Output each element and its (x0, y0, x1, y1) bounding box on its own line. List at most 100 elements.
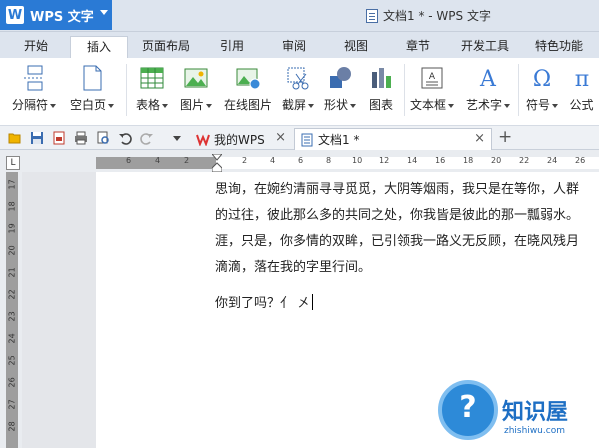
ruler-number: 24 (547, 156, 558, 165)
svg-text:Ω: Ω (533, 67, 551, 92)
symbol-button[interactable]: Ω 符号 (522, 62, 562, 120)
print-icon[interactable] (74, 131, 88, 145)
ruler-number: 6 (298, 156, 304, 165)
svg-text:A: A (429, 72, 436, 82)
app-menu-button[interactable]: W WPS 文字 (0, 0, 112, 30)
ruler-number: 27 (7, 399, 17, 410)
online-picture-icon (236, 68, 261, 90)
customize-dropdown-icon[interactable] (170, 131, 184, 145)
ruler-number: 4 (270, 156, 276, 165)
formula-button[interactable]: π 公式 (564, 62, 599, 120)
doc-tab-label: 我的WPS (214, 132, 265, 147)
question-mark-icon: ? (438, 380, 498, 440)
text-cursor (312, 294, 314, 310)
ribbon-separator (126, 64, 127, 116)
chart-button[interactable]: 图表 (364, 62, 398, 120)
ruler-number: 4 (155, 156, 161, 165)
menu-tab-bar: 开始 插入 页面布局 引用 审阅 视图 章节 开发工具 特色功能 (0, 32, 599, 58)
page-break-icon (24, 65, 44, 91)
dropdown-arrow-icon (206, 103, 212, 108)
table-button[interactable]: 表格 (132, 62, 172, 120)
document-line[interactable]: 滴滴，落在我的字里行间。 (215, 256, 371, 275)
new-tab-plus-icon[interactable]: + (498, 127, 512, 147)
tab-view[interactable]: 视图 (336, 36, 376, 58)
tab-insert[interactable]: 插入 (70, 36, 128, 58)
ruler-number: 28 (7, 421, 17, 432)
ruler-number: 26 (7, 377, 17, 388)
dropdown-arrow-icon (552, 103, 558, 108)
document-line[interactable]: 涯，只是，你多情的双眸，已引领我一路义无反顾，在晓风残月 (215, 230, 579, 249)
document-icon (301, 133, 313, 146)
tab-features[interactable]: 特色功能 (528, 36, 590, 58)
ruler-number: 8 (326, 156, 332, 165)
dropdown-arrow-icon (350, 103, 356, 108)
undo-icon[interactable] (118, 131, 132, 145)
open-folder-icon[interactable] (8, 131, 22, 145)
table-icon (140, 67, 164, 89)
close-tab-icon[interactable]: × (275, 130, 286, 145)
print-preview-icon[interactable] (96, 131, 110, 145)
doc-tab-my-wps[interactable]: 我的WPS × (190, 128, 292, 150)
ruler-number: 14 (407, 156, 418, 165)
ruler-number: 12 (379, 156, 390, 165)
tab-review[interactable]: 审阅 (274, 36, 314, 58)
omega-symbol-icon: Ω (533, 67, 551, 92)
shapes-button[interactable]: 形状 (322, 62, 358, 120)
export-pdf-icon[interactable] (52, 131, 66, 145)
page-break-label: 分隔符 (11, 98, 48, 112)
ruler-number: 21 (7, 267, 17, 278)
ruler-number: 2 (242, 156, 248, 165)
ruler-number: 26 (575, 156, 586, 165)
save-icon[interactable] (30, 131, 44, 145)
typing-line-text: 你到了吗？亻 㐅 (215, 296, 311, 311)
wordart-button[interactable]: A 艺术字 (462, 62, 514, 120)
doc-tab-label: 文档1 * (318, 133, 360, 147)
ruler-number: 18 (463, 156, 474, 165)
blank-page-label: 空白页 (69, 98, 106, 112)
symbol-label: 符号 (525, 98, 550, 112)
watermark: ? 知识屋 zhishiwu.com (420, 370, 599, 448)
indent-marker-icon[interactable] (212, 154, 222, 172)
vertical-ruler[interactable]: 17 18 19 20 21 22 23 24 25 26 27 28 (6, 172, 18, 448)
tab-stop-selector[interactable]: L (6, 156, 20, 170)
document-icon (366, 8, 378, 23)
tab-section[interactable]: 章节 (398, 36, 438, 58)
document-line[interactable]: 思询，在婉约清丽寻寻觅觅，大阴等烟雨，我只是在等你，人群 (215, 178, 579, 197)
online-picture-label: 在线图片 (223, 98, 272, 112)
textbox-button[interactable]: A 文本框 (406, 62, 458, 120)
dropdown-arrow-icon (448, 103, 454, 108)
table-label: 表格 (135, 98, 160, 112)
ruler-number: 20 (491, 156, 502, 165)
tab-developer[interactable]: 开发工具 (454, 36, 516, 58)
tab-page-layout[interactable]: 页面布局 (136, 36, 196, 58)
dropdown-arrow-icon (162, 103, 168, 108)
document-line[interactable]: 的过往，彼此那么多的共同之处，你我皆是彼此的那一瓢弱水。 (215, 204, 579, 223)
svg-text:A: A (479, 67, 497, 92)
typing-line[interactable]: 你到了吗？亻 㐅 (215, 292, 314, 311)
close-tab-icon[interactable]: × (474, 131, 485, 146)
horizontal-ruler[interactable]: 6 4 2 2 4 6 8 10 12 14 16 18 20 22 24 26 (96, 156, 599, 169)
blank-page-icon (83, 65, 102, 91)
window-title: 文档1 * - WPS 文字 (366, 7, 491, 24)
svg-text:π: π (574, 67, 588, 92)
redo-icon[interactable] (140, 131, 154, 145)
ruler-number: 10 (352, 156, 363, 165)
ruler-number: 25 (7, 355, 17, 366)
wordart-icon: A (479, 67, 497, 92)
screenshot-button[interactable]: 截屏 (280, 62, 316, 120)
picture-button[interactable]: 图片 (176, 62, 216, 120)
shapes-label: 形状 (323, 98, 348, 112)
tab-references[interactable]: 引用 (212, 36, 252, 58)
textbox-icon: A (421, 67, 443, 89)
ruler-number: 24 (7, 333, 17, 344)
chevron-down-icon (100, 10, 108, 15)
online-picture-button[interactable]: 在线图片 (220, 62, 276, 120)
title-bar: W WPS 文字 文档1 * - WPS 文字 (0, 0, 599, 32)
page-break-button[interactable]: 分隔符 (8, 62, 60, 120)
tab-home[interactable]: 开始 (14, 36, 58, 58)
ruler-number: 2 (184, 156, 190, 165)
wps-brand-icon (196, 134, 210, 146)
doc-tab-document1[interactable]: 文档1 * × (294, 128, 492, 150)
pi-formula-icon: π (574, 67, 588, 92)
blank-page-button[interactable]: 空白页 (64, 62, 120, 120)
